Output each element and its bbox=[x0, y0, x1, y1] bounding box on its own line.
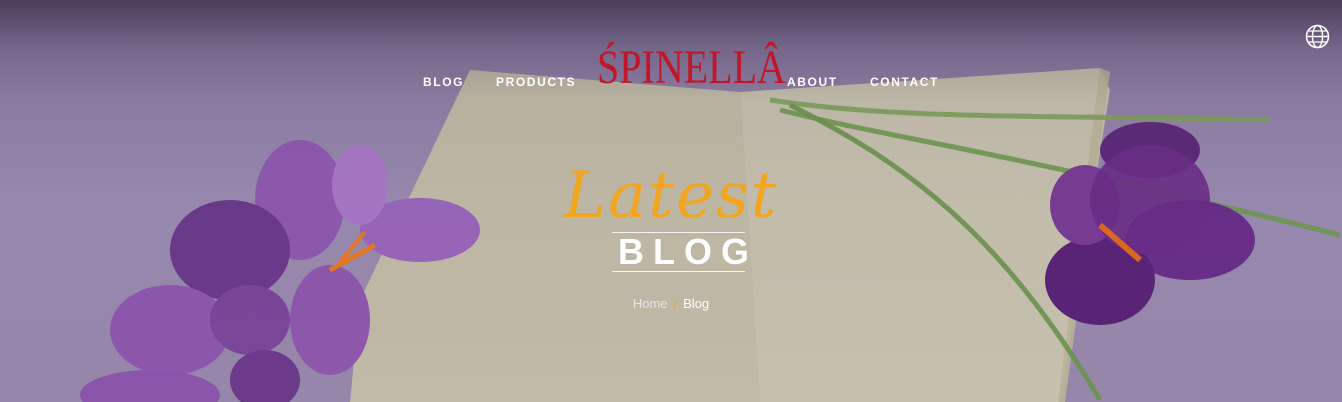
breadcrumb-current: Blog bbox=[683, 296, 710, 311]
nav-blog-link[interactable]: BLOG bbox=[423, 75, 464, 89]
breadcrumb: Home / Blog bbox=[0, 296, 1342, 311]
main-navigation: BLOG PRODUCTS ŚPINELLÂ ABOUT CONTACT bbox=[0, 0, 1342, 160]
nav-contact-link[interactable]: CONTACT bbox=[870, 75, 939, 89]
nav-about-link[interactable]: ABOUT bbox=[787, 75, 838, 89]
globe-icon[interactable] bbox=[1305, 24, 1330, 49]
breadcrumb-separator: / bbox=[673, 296, 678, 311]
breadcrumb-home-link[interactable]: Home bbox=[633, 296, 668, 311]
nav-products-link[interactable]: PRODUCTS bbox=[496, 75, 576, 89]
brand-logo[interactable]: ŚPINELLÂ bbox=[597, 43, 786, 91]
hero-banner: BLOG PRODUCTS ŚPINELLÂ ABOUT CONTACT Lat… bbox=[0, 0, 1342, 402]
hero-script-title: Latest bbox=[563, 159, 779, 233]
page-title: BLOG bbox=[612, 232, 749, 272]
